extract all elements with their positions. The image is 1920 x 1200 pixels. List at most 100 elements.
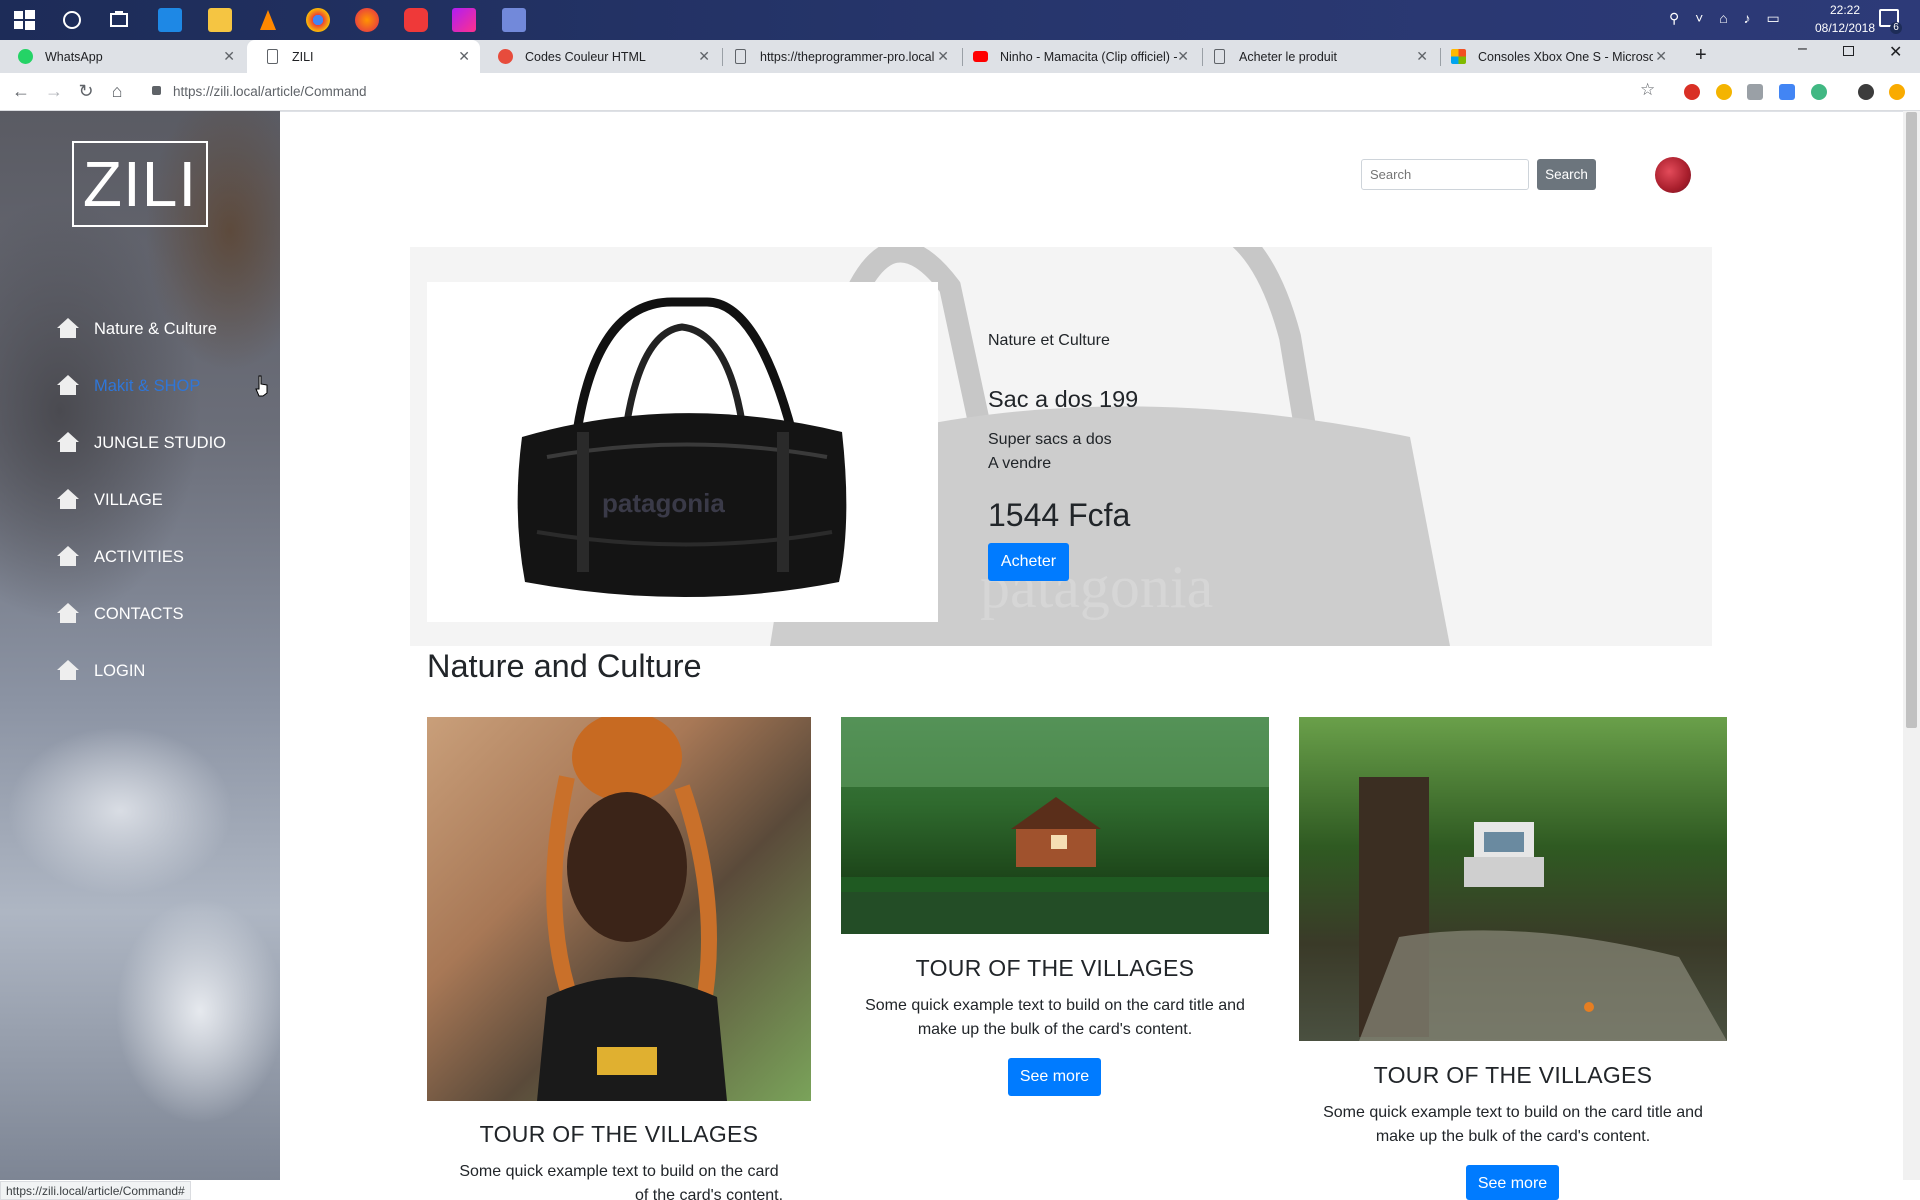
sidebar-item-label: CONTACTS	[94, 605, 184, 623]
update-icon[interactable]	[1889, 84, 1905, 100]
back-icon[interactable]: ←	[10, 81, 32, 102]
search-button[interactable]: Search	[1537, 159, 1596, 190]
extension-icon[interactable]	[1747, 84, 1763, 100]
product-desc-line: A vendre	[988, 455, 1052, 472]
tab-theprogrammer[interactable]: https://theprogrammer-pro.local ✕	[715, 40, 959, 73]
mouse-cursor-icon	[254, 375, 270, 402]
sidebar-item-contacts[interactable]: CONTACTS	[56, 602, 184, 624]
tray-area: ⚲ ˅ ⌂ ♪ ▭ 22:22 08/12/2018 6	[1665, 0, 1920, 40]
file-explorer-icon[interactable]	[208, 8, 232, 32]
product-desc-line: Super sacs a dos	[988, 431, 1112, 448]
extension-icon[interactable]	[1684, 84, 1700, 100]
sidebar: ZILI	[0, 111, 280, 1180]
profile-icon[interactable]	[1858, 84, 1874, 100]
card-image[interactable]	[427, 717, 811, 1101]
card-text-line: Some quick example text to build on the …	[459, 1163, 779, 1180]
card-title: TOUR OF THE VILLAGES	[1373, 1062, 1653, 1088]
close-icon[interactable]: ✕	[1655, 48, 1667, 65]
new-tab-button[interactable]: +	[1695, 44, 1707, 67]
translate-icon[interactable]	[1779, 84, 1795, 100]
product-title: Sac a dos 199	[988, 386, 1139, 412]
sidebar-item-makit-shop[interactable]: Makit & SHOP	[56, 374, 200, 396]
vue-devtools-icon[interactable]	[1811, 84, 1827, 100]
windows-start-icon[interactable]	[12, 8, 36, 32]
card-text-line: make up the bulk of the card's content.	[917, 1021, 1193, 1038]
see-more-button[interactable]: See more	[1466, 1165, 1559, 1200]
discord-icon[interactable]	[502, 8, 526, 32]
restore-button[interactable]	[1843, 46, 1854, 56]
card-text-line: Some quick example text to build on the …	[865, 997, 1245, 1014]
home-icon	[56, 317, 80, 339]
user-avatar[interactable]	[1655, 157, 1691, 193]
tab-label: ZILI	[292, 49, 314, 64]
card-title: TOUR OF THE VILLAGES	[479, 1121, 759, 1147]
close-icon[interactable]: ✕	[698, 48, 710, 65]
home-icon	[56, 374, 80, 396]
see-more-button[interactable]: See more	[1008, 1058, 1101, 1096]
firefox-icon[interactable]	[355, 8, 379, 32]
home-icon[interactable]: ⌂	[106, 81, 128, 102]
microsoft-icon	[1451, 49, 1466, 64]
card-text-line: make up the bulk of the card's content.	[1375, 1128, 1651, 1145]
extension-icon[interactable]	[1716, 84, 1732, 100]
card-image[interactable]	[841, 717, 1269, 934]
product-price: 1544 Fcfa	[988, 497, 1131, 533]
close-icon[interactable]: ✕	[1416, 48, 1428, 65]
close-icon[interactable]: ✕	[1177, 48, 1189, 65]
buy-button[interactable]: Acheter	[988, 543, 1069, 581]
tab-codes-couleur[interactable]: Codes Couleur HTML ✕	[480, 40, 720, 73]
close-icon[interactable]: ✕	[937, 48, 949, 65]
page-icon	[1214, 49, 1225, 64]
product-category: Nature et Culture	[988, 332, 1110, 349]
chrome-icon[interactable]	[306, 8, 330, 32]
card-image[interactable]	[1299, 717, 1727, 1041]
youtube-icon	[973, 51, 988, 62]
bookmark-star-icon[interactable]: ☆	[1640, 80, 1655, 100]
clock-date[interactable]: 08/12/2018	[1803, 21, 1887, 35]
tab-xbox[interactable]: Consoles Xbox One S - Microsoft ✕	[1433, 40, 1677, 73]
tab-acheter[interactable]: Acheter le produit ✕	[1194, 40, 1438, 73]
product-description: Super sacs a dos A vendre	[988, 428, 1112, 476]
close-icon[interactable]: ✕	[223, 48, 235, 65]
page-icon	[735, 49, 746, 64]
tab-whatsapp[interactable]: WhatsApp ✕	[0, 40, 245, 73]
forward-icon[interactable]: →	[43, 81, 65, 102]
minimize-button[interactable]: –	[1798, 40, 1807, 58]
link-status-bar: https://zili.local/article/Command#	[0, 1181, 191, 1200]
search-input[interactable]	[1361, 159, 1529, 190]
system-tray-icons[interactable]: ⚲ ˅ ⌂ ♪ ▭	[1669, 10, 1786, 27]
tab-label: Ninho - Mamacita (Clip officiel) -	[1000, 49, 1178, 64]
tab-label: Consoles Xbox One S - Microsoft	[1478, 49, 1653, 64]
clock-time[interactable]: 22:22	[1815, 3, 1875, 17]
product-image[interactable]: patagonia	[427, 282, 938, 622]
sidebar-item-jungle-studio[interactable]: JUNGLE STUDIO	[56, 431, 226, 453]
tab-label: Codes Couleur HTML	[525, 49, 646, 64]
vlc-icon[interactable]	[256, 8, 280, 32]
task-view-icon[interactable]	[107, 8, 131, 32]
sidebar-item-village[interactable]: VILLAGE	[56, 488, 163, 510]
section-title: Nature and Culture	[427, 648, 702, 684]
tab-label: WhatsApp	[45, 49, 103, 64]
scrollbar-thumb[interactable]	[1906, 112, 1917, 728]
sidebar-item-login[interactable]: LOGIN	[56, 659, 145, 681]
vscode-icon[interactable]	[158, 8, 182, 32]
card-text: Some quick example text to build on the …	[1299, 1101, 1727, 1149]
phpstorm-icon[interactable]	[452, 8, 476, 32]
tab-zili[interactable]: ZILI ✕	[247, 40, 480, 73]
vivaldi-icon[interactable]	[404, 8, 428, 32]
site-logo[interactable]: ZILI	[72, 141, 208, 227]
cortana-icon[interactable]	[60, 8, 84, 32]
sidebar-item-label: ACTIVITIES	[94, 548, 184, 566]
close-window-button[interactable]: ✕	[1889, 42, 1902, 62]
whatsapp-icon	[18, 49, 33, 64]
reload-icon[interactable]: ↻	[75, 81, 97, 102]
sidebar-item-label: LOGIN	[94, 662, 146, 680]
sidebar-item-activities[interactable]: ACTIVITIES	[56, 545, 184, 567]
windows-taskbar: ⚲ ˅ ⌂ ♪ ▭ 22:22 08/12/2018 6	[0, 0, 1920, 40]
url-field[interactable]: https://zili.local/article/Command	[173, 84, 367, 99]
sidebar-item-nature-culture[interactable]: Nature & Culture	[56, 317, 217, 339]
tab-youtube[interactable]: Ninho - Mamacita (Clip officiel) - ✕	[955, 40, 1199, 73]
sidebar-item-label: VILLAGE	[94, 491, 163, 509]
notification-count: 6	[1890, 22, 1902, 34]
close-icon[interactable]: ✕	[458, 48, 470, 65]
